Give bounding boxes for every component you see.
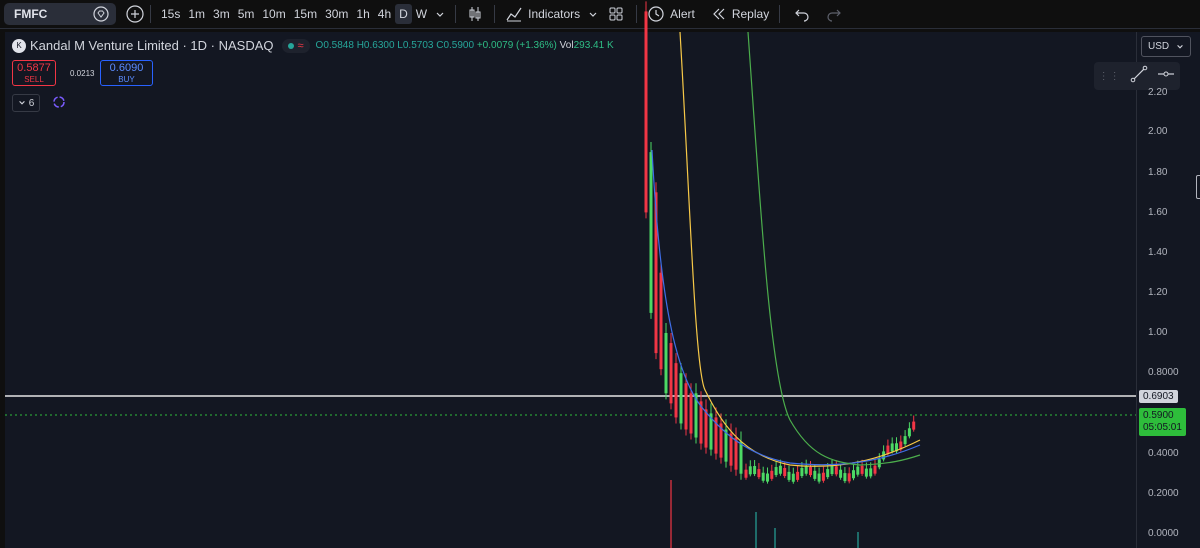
volume-label: Vol — [559, 40, 574, 51]
price-tick: 1.60 — [1148, 207, 1168, 218]
symbol-logo-icon: K — [12, 38, 26, 53]
spread-value: 0.0213 — [70, 69, 95, 78]
price-tick: 0.8000 — [1148, 367, 1179, 378]
separator — [636, 5, 638, 23]
drag-handle-icon[interactable]: ⋮⋮ — [1099, 71, 1121, 82]
drawing-toolbar: ⋮⋮ — [1094, 62, 1180, 90]
price-axis[interactable] — [1136, 32, 1200, 548]
tf-15s[interactable]: 15s — [157, 4, 184, 24]
horizontal-line-price-tag[interactable]: 0.6903 — [1139, 390, 1178, 403]
sell-price: 0.5877 — [17, 62, 51, 74]
volume-value: 293.41 K — [573, 40, 614, 51]
tf-10m[interactable]: 10m — [258, 4, 289, 24]
chevron-down-icon[interactable] — [431, 9, 449, 19]
redo-icon[interactable] — [818, 6, 850, 22]
series-title[interactable]: Kandal M Venture Limited · 1D · NASDAQ — [30, 38, 274, 53]
indicators-icon — [506, 7, 522, 22]
countdown-value: 05:05:01 — [1143, 422, 1182, 433]
replay-button[interactable]: Replay — [707, 6, 773, 22]
trend-line-icon[interactable] — [1130, 65, 1148, 88]
alert-button[interactable]: Alert — [643, 5, 699, 23]
price-tick: 0.0000 — [1148, 528, 1179, 539]
buy-label: BUY — [118, 75, 135, 84]
ohlc-high: H0.6300 — [356, 40, 395, 51]
indicators-collapse-button[interactable]: 6 — [12, 94, 40, 112]
ohlc-change: +0.0079 (+1.36%) — [476, 40, 557, 51]
horizontal-line-icon[interactable] — [1157, 65, 1175, 88]
candles-icon[interactable] — [462, 5, 488, 23]
chart-legend: K Kandal M Venture Limited · 1D · NASDAQ… — [12, 38, 614, 53]
tf-4h[interactable]: 4h — [374, 4, 395, 24]
timeframe-group: 15s 1m 3m 5m 10m 15m 30m 1h 4h D W — [157, 4, 449, 24]
price-tick: 2.00 — [1148, 126, 1168, 137]
chevron-down-icon[interactable] — [584, 9, 602, 19]
diamond-icon[interactable] — [90, 3, 112, 25]
price-tick: 1.40 — [1148, 247, 1168, 258]
chart-pane[interactable] — [5, 32, 1136, 548]
undo-icon[interactable] — [786, 6, 818, 22]
price-tick: 0.4000 — [1148, 448, 1179, 459]
sell-label: SELL — [24, 75, 44, 84]
price-tick: 1.00 — [1148, 327, 1168, 338]
chevron-down-icon — [18, 101, 25, 105]
tf-D[interactable]: D — [395, 4, 412, 24]
separator — [150, 5, 151, 23]
price-tick: 2.20 — [1148, 87, 1168, 98]
ohlc-values: O0.5848 H0.6300 L0.5703 C0.5900 +0.0079 … — [316, 40, 614, 51]
tf-5m[interactable]: 5m — [234, 4, 259, 24]
ohlc-close: C0.5900 — [436, 40, 475, 51]
tf-3m[interactable]: 3m — [209, 4, 234, 24]
currency-value: USD — [1148, 41, 1170, 52]
price-tick: 0.2000 — [1148, 488, 1179, 499]
tf-W[interactable]: W — [412, 4, 431, 24]
indicators-count: 6 — [28, 97, 35, 109]
layout-grid-icon[interactable] — [602, 6, 630, 22]
price-tick: 1.80 — [1148, 167, 1168, 178]
tf-1m[interactable]: 1m — [184, 4, 209, 24]
alert-clock-icon — [648, 6, 664, 22]
last-price-value: 0.5900 — [1143, 410, 1174, 421]
ohlc-open: O0.5848 — [315, 40, 354, 51]
separator — [779, 5, 781, 23]
separator — [455, 5, 457, 23]
buy-price: 0.6090 — [109, 62, 144, 74]
axis-scroll-handle[interactable] — [1196, 175, 1200, 199]
symbol-text: FMFC — [14, 7, 48, 21]
add-symbol-icon[interactable] — [126, 5, 144, 23]
replay-label: Replay — [731, 7, 770, 21]
buy-button[interactable]: 0.6090 BUY — [100, 60, 153, 86]
sell-button[interactable]: 0.5877 SELL — [12, 60, 56, 86]
refresh-icon[interactable] — [52, 95, 66, 114]
price-tick: 1.20 — [1148, 287, 1168, 298]
currency-select[interactable]: USD — [1141, 36, 1191, 57]
chevron-down-icon — [1177, 44, 1183, 49]
market-status-icon: ≈ — [281, 38, 310, 53]
ohlc-low: L0.5703 — [397, 40, 434, 51]
top-toolbar: FMFC 15s 1m 3m 5m 10m 15m 30m 1h 4h D W … — [0, 0, 1200, 29]
indicators-label: Indicators — [528, 7, 581, 21]
replay-icon — [712, 8, 725, 20]
tf-1h[interactable]: 1h — [352, 4, 373, 24]
separator — [494, 5, 496, 23]
indicators-button[interactable]: Indicators — [501, 5, 584, 23]
last-price-tag: 0.5900 05:05:01 — [1139, 408, 1186, 436]
tf-30m[interactable]: 30m — [321, 4, 352, 24]
alert-label: Alert — [670, 7, 695, 21]
tf-15m[interactable]: 15m — [290, 4, 321, 24]
